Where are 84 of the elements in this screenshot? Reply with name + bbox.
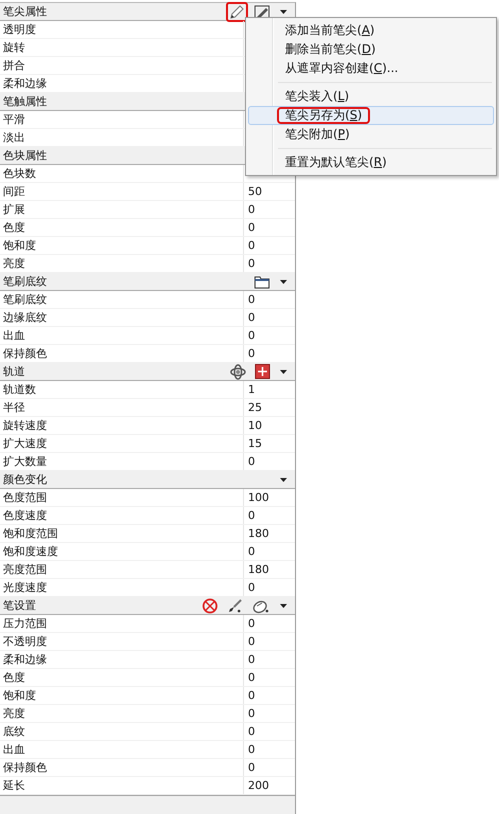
property-value[interactable]: 0 xyxy=(248,257,255,270)
property-label: 边缘底纹 xyxy=(0,309,244,326)
section-title: 笔设置 xyxy=(3,598,36,614)
property-label: 饱和度 xyxy=(0,237,244,254)
property-label: 光度速度 xyxy=(0,579,244,596)
property-value[interactable]: 0 xyxy=(248,635,255,648)
property-label: 饱和度速度 xyxy=(0,543,244,560)
menu-item[interactable]: 笔尖另存为(S) xyxy=(248,106,494,125)
property-value[interactable]: 0 xyxy=(248,329,255,342)
section-title: 色块属性 xyxy=(3,148,47,164)
menu-item[interactable]: 添加当前笔尖(A) xyxy=(248,21,494,40)
property-label: 平滑 xyxy=(0,111,244,128)
property-label: 色度 xyxy=(0,219,244,236)
property-label: 延长 xyxy=(0,777,244,794)
section-header[interactable]: 颜色变化 xyxy=(0,471,295,489)
section-title: 笔触属性 xyxy=(3,94,47,110)
property-label: 饱和度 xyxy=(0,687,244,704)
property-label: 旋转 xyxy=(0,39,244,56)
property-value[interactable]: 0 xyxy=(248,203,255,216)
property-value[interactable]: 0 xyxy=(248,347,255,360)
property-value[interactable]: 0 xyxy=(248,743,255,756)
property-label: 保持颜色 xyxy=(0,759,244,776)
menu-item[interactable]: 笔尖附加(P) xyxy=(248,125,494,144)
property-label: 柔和边缘 xyxy=(0,75,244,92)
section-title: 颜色变化 xyxy=(3,472,47,488)
property-label: 扩大速度 xyxy=(0,435,244,452)
property-value[interactable]: 0 xyxy=(248,761,255,774)
property-label: 饱和度范围 xyxy=(0,525,244,542)
property-value[interactable]: 0 xyxy=(248,545,255,558)
property-value[interactable]: 0 xyxy=(248,671,255,684)
section-header[interactable]: 笔刷底纹 xyxy=(0,273,295,291)
property-label: 半径 xyxy=(0,399,244,416)
section-title: 笔尖属性 xyxy=(3,4,47,20)
property-value[interactable]: 1 xyxy=(248,383,255,396)
property-label: 色块数 xyxy=(0,165,244,182)
property-label: 扩大数量 xyxy=(0,453,244,470)
property-value[interactable]: 180 xyxy=(248,527,269,540)
property-value[interactable]: 100 xyxy=(248,491,269,504)
property-label: 色度速度 xyxy=(0,507,244,524)
property-label: 保持颜色 xyxy=(0,345,244,362)
menu-item[interactable]: 删除当前笔尖(D) xyxy=(248,40,494,59)
section-title: 轨道 xyxy=(3,364,25,380)
property-value[interactable]: 0 xyxy=(248,581,255,594)
property-label: 出血 xyxy=(0,327,244,344)
property-value[interactable]: 200 xyxy=(248,779,269,792)
property-label: 色度范围 xyxy=(0,489,244,506)
property-value[interactable]: 15 xyxy=(248,437,262,450)
property-label: 出血 xyxy=(0,741,244,758)
section-header[interactable]: 笔设置 xyxy=(0,597,295,615)
section-title: 笔刷底纹 xyxy=(3,274,47,290)
property-label: 柔和边缘 xyxy=(0,651,244,668)
property-label: 亮度范围 xyxy=(0,561,244,578)
property-label: 旋转速度 xyxy=(0,417,244,434)
menu-item[interactable]: 从遮罩内容创建(C)... xyxy=(248,59,494,78)
section-header[interactable]: 笔尖属性 xyxy=(0,3,295,21)
property-value[interactable]: 180 xyxy=(248,563,269,576)
property-value[interactable]: 0 xyxy=(248,707,255,720)
property-value[interactable]: 0 xyxy=(248,689,255,702)
property-label: 底纹 xyxy=(0,723,244,740)
property-label: 拼合 xyxy=(0,57,244,74)
property-label: 压力范围 xyxy=(0,615,244,632)
property-value[interactable]: 25 xyxy=(248,401,262,414)
property-label: 轨道数 xyxy=(0,381,244,398)
property-value[interactable]: 0 xyxy=(248,221,255,234)
property-label: 不透明度 xyxy=(0,633,244,650)
property-value[interactable]: 0 xyxy=(248,653,255,666)
property-label: 色度 xyxy=(0,669,244,686)
property-label: 亮度 xyxy=(0,255,244,272)
property-value[interactable]: 0 xyxy=(248,455,255,468)
property-label: 扩展 xyxy=(0,201,244,218)
property-label: 淡出 xyxy=(0,129,244,146)
property-label: 间距 xyxy=(0,183,244,200)
property-value[interactable]: 0 xyxy=(248,725,255,738)
property-value[interactable]: 0 xyxy=(248,311,255,324)
property-label: 亮度 xyxy=(0,705,244,722)
property-value[interactable]: 0 xyxy=(248,293,255,306)
property-value[interactable]: 0 xyxy=(248,617,255,630)
property-value[interactable]: 50 xyxy=(248,185,262,198)
property-label: 笔刷底纹 xyxy=(0,291,244,308)
property-value[interactable]: 0 xyxy=(248,509,255,522)
section-header[interactable]: 轨道 xyxy=(0,363,295,381)
property-value[interactable]: 0 xyxy=(248,239,255,252)
property-label: 透明度 xyxy=(0,21,244,38)
property-value[interactable]: 10 xyxy=(248,419,262,432)
